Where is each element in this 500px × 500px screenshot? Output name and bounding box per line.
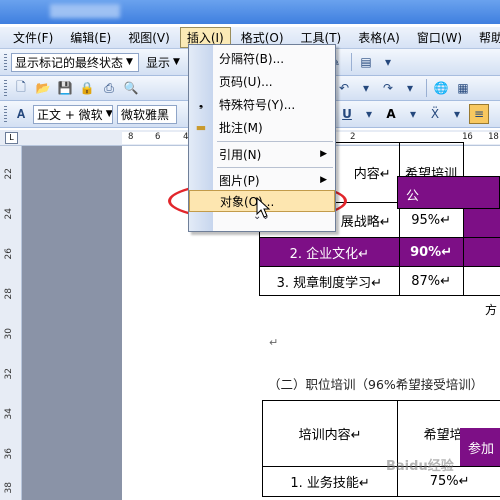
menu-help[interactable]: 帮助 xyxy=(472,27,500,48)
table-cell[interactable]: 90%↵ xyxy=(398,237,464,267)
show-button[interactable]: 显示 ▼ xyxy=(143,53,193,72)
markup-display-combo[interactable]: 显示标记的最终状态 ▼ xyxy=(11,52,139,72)
align-justify-icon[interactable]: ≡ xyxy=(469,104,489,124)
table-cell[interactable]: 3. 规章制度学习↵ xyxy=(259,266,400,296)
toolbar-grip[interactable] xyxy=(4,106,7,122)
ruler-tick: 36 xyxy=(4,448,14,460)
font-color-icon[interactable]: A xyxy=(381,104,401,124)
ruler-tick: 2 xyxy=(350,132,356,142)
table-cell[interactable] xyxy=(462,266,500,296)
ruler-tick: 6 xyxy=(155,132,161,142)
new-document-icon[interactable]: 🗋 xyxy=(11,78,31,98)
ruler-tick: 26 xyxy=(4,248,14,260)
special-symbol-icon: ❟ xyxy=(198,97,204,110)
submenu-arrow-icon: ▶ xyxy=(320,175,327,185)
menu-item-label: 特殊符号(Y)... xyxy=(219,97,296,112)
submenu-arrow-icon: ▶ xyxy=(320,149,327,159)
ruler-tick: 38 xyxy=(4,482,14,494)
menu-item-label: 批注(M) xyxy=(219,120,263,135)
permission-icon[interactable]: 🔒 xyxy=(77,78,97,98)
scale-dropdown-icon[interactable]: ▾ xyxy=(447,104,467,124)
menu-item-page-numbers[interactable]: 页码(U)... xyxy=(189,70,335,92)
toolbar-grip[interactable] xyxy=(4,54,7,70)
body-text-fragment[interactable]: 方 xyxy=(485,301,497,318)
ruler-tick: 22 xyxy=(4,168,14,180)
blurred-title xyxy=(50,4,120,18)
table-cell[interactable]: 87%↵ xyxy=(398,266,464,296)
tab-selector[interactable]: L xyxy=(5,132,18,144)
save-icon[interactable]: 💾 xyxy=(55,78,75,98)
menu-item-label: 图片(P) xyxy=(219,173,260,188)
paragraph-mark: ↵ xyxy=(269,336,279,349)
ruler-tick: 28 xyxy=(4,288,14,300)
menu-view[interactable]: 视图(V) xyxy=(121,27,177,48)
style-value: 正文 + 微软 xyxy=(37,107,103,122)
table-cell[interactable] xyxy=(460,400,500,428)
style-combo[interactable]: 正文 + 微软 ▼ xyxy=(33,104,113,124)
menu-item-break[interactable]: 分隔符(B)... xyxy=(189,47,335,69)
menu-item-label: 引用(N) xyxy=(219,147,262,162)
table-cell[interactable]: 2. 企业文化↵ xyxy=(259,237,400,267)
menu-item-label: 分隔符(B)... xyxy=(219,51,285,66)
character-scale-icon[interactable]: Ẍ xyxy=(425,104,445,124)
toolbar-grip[interactable] xyxy=(4,80,7,96)
show-label: 显示 xyxy=(146,55,171,70)
section-heading[interactable]: （二）职位培训（96%希望接受培训） xyxy=(268,374,483,393)
tables-borders-icon[interactable]: ▦ xyxy=(453,78,473,98)
menu-item-label: 页码(U)... xyxy=(219,74,273,89)
menu-window[interactable]: 窗口(W) xyxy=(410,27,469,48)
ruler-tick: 8 xyxy=(128,132,134,142)
table-cell[interactable]: 培训内容↵ xyxy=(261,400,399,467)
print-icon[interactable]: ⎙ xyxy=(99,78,119,98)
menu-item-comment[interactable]: ▬ 批注(M) xyxy=(189,116,335,138)
menu-item-picture[interactable]: 图片(P) ▶ xyxy=(189,169,335,191)
font-value: 微软雅黑 xyxy=(121,107,170,122)
mouse-cursor-icon xyxy=(256,197,271,218)
chevron-down-icon: ▼ xyxy=(126,57,133,67)
purple-header-cell[interactable]: 公 xyxy=(397,176,500,209)
open-icon[interactable]: 📂 xyxy=(33,78,53,98)
styles-pane-icon[interactable]: 𝐀 xyxy=(11,104,31,124)
redo-dropdown-icon[interactable]: ▾ xyxy=(400,78,420,98)
comment-icon: ▬ xyxy=(195,120,207,134)
ruler-tick: 24 xyxy=(4,208,14,220)
menu-item-special-symbol[interactable]: ❟ 特殊符号(Y)... xyxy=(189,93,335,115)
document-margin-area xyxy=(22,146,122,500)
underline-dropdown-icon[interactable]: ▾ xyxy=(359,104,379,124)
table-cell[interactable]: 1. 业务技能↵ xyxy=(261,466,399,497)
markup-display-value: 显示标记的最终状态 xyxy=(15,55,124,70)
ruler-tick: 32 xyxy=(4,368,14,380)
ruler-tick: 30 xyxy=(4,328,14,340)
window-title-bar xyxy=(0,0,500,24)
chevron-down-icon: ▼ xyxy=(173,57,180,67)
font-combo[interactable]: 微软雅黑 xyxy=(117,104,177,124)
toolbar-separator xyxy=(351,53,352,71)
ruler-tick: 18 xyxy=(488,132,499,142)
ruler-tick: 34 xyxy=(4,408,14,420)
table-cell[interactable] xyxy=(462,237,500,267)
menu-table[interactable]: 表格(A) xyxy=(351,27,407,48)
vertical-ruler: 22 24 26 28 30 32 34 36 38 xyxy=(0,146,22,500)
purple-header-cell[interactable]: 参加 xyxy=(460,428,500,466)
undo-dropdown-icon[interactable]: ▾ xyxy=(356,78,376,98)
chevron-down-icon: ▼ xyxy=(105,109,113,119)
menu-file[interactable]: 文件(F) xyxy=(6,27,60,48)
redo-icon[interactable]: ↷ xyxy=(378,78,398,98)
menu-separator xyxy=(217,141,333,142)
underline-icon[interactable]: U xyxy=(337,104,357,124)
hyperlink-icon[interactable]: 🌐 xyxy=(431,78,451,98)
menu-separator xyxy=(217,167,333,168)
options-dropdown-icon[interactable]: ▾ xyxy=(378,52,398,72)
menu-edit[interactable]: 编辑(E) xyxy=(63,27,118,48)
undo-icon[interactable]: ↶ xyxy=(334,78,354,98)
print-preview-icon[interactable]: 🔍 xyxy=(121,78,141,98)
toolbar-separator xyxy=(426,79,427,97)
reviewing-pane-icon[interactable]: ▤ xyxy=(356,52,376,72)
font-color-dropdown-icon[interactable]: ▾ xyxy=(403,104,423,124)
menu-item-reference[interactable]: 引用(N) ▶ xyxy=(189,143,335,165)
watermark: Baidu经验 xyxy=(386,459,454,474)
ruler-tick: 16 xyxy=(462,132,473,142)
